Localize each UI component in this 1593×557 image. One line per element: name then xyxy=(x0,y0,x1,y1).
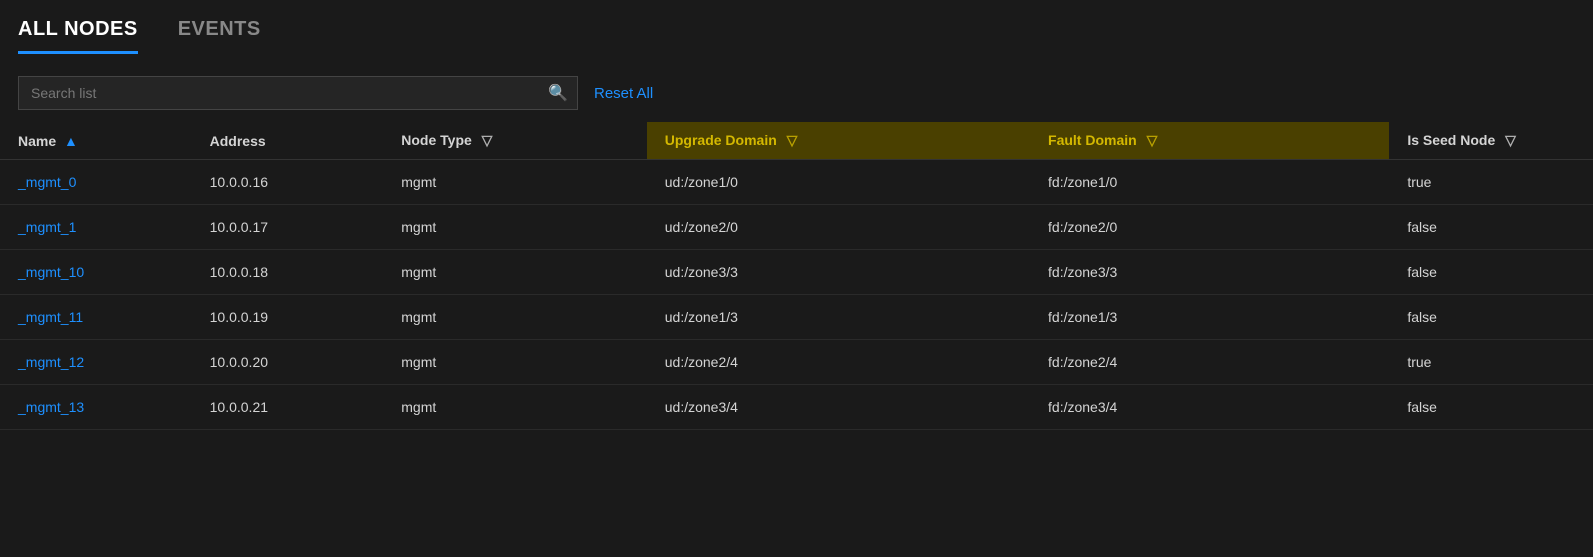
cell-name-3[interactable]: _mgmt_11 xyxy=(0,295,192,340)
cell-upgrade-1: ud:/zone2/0 xyxy=(647,205,1030,250)
cell-nodetype-5: mgmt xyxy=(383,385,647,430)
cell-upgrade-4: ud:/zone2/4 xyxy=(647,340,1030,385)
cell-name-5[interactable]: _mgmt_13 xyxy=(0,385,192,430)
col-header-upgrade[interactable]: Upgrade Domain ▽ xyxy=(647,122,1030,160)
cell-upgrade-0: ud:/zone1/0 xyxy=(647,160,1030,205)
table-body: _mgmt_0 10.0.0.16 mgmt ud:/zone1/0 fd:/z… xyxy=(0,160,1593,430)
search-wrapper: 🔍 xyxy=(18,76,578,110)
cell-fault-3: fd:/zone1/3 xyxy=(1030,295,1389,340)
cell-seed-1: false xyxy=(1389,205,1593,250)
cell-upgrade-3: ud:/zone1/3 xyxy=(647,295,1030,340)
filter-nodetype-icon: ▽ xyxy=(482,132,493,148)
cell-fault-5: fd:/zone3/4 xyxy=(1030,385,1389,430)
cell-address-5: 10.0.0.21 xyxy=(192,385,384,430)
cell-name-0[interactable]: _mgmt_0 xyxy=(0,160,192,205)
table-row: _mgmt_10 10.0.0.18 mgmt ud:/zone3/3 fd:/… xyxy=(0,250,1593,295)
cell-seed-3: false xyxy=(1389,295,1593,340)
filter-seed-icon: ▽ xyxy=(1505,132,1516,148)
cell-seed-0: true xyxy=(1389,160,1593,205)
table-row: _mgmt_13 10.0.0.21 mgmt ud:/zone3/4 fd:/… xyxy=(0,385,1593,430)
cell-nodetype-3: mgmt xyxy=(383,295,647,340)
cell-fault-4: fd:/zone2/4 xyxy=(1030,340,1389,385)
cell-seed-2: false xyxy=(1389,250,1593,295)
col-header-name[interactable]: Name ▲ xyxy=(0,122,192,160)
cell-upgrade-2: ud:/zone3/3 xyxy=(647,250,1030,295)
cell-address-3: 10.0.0.19 xyxy=(192,295,384,340)
table-row: _mgmt_0 10.0.0.16 mgmt ud:/zone1/0 fd:/z… xyxy=(0,160,1593,205)
table-row: _mgmt_11 10.0.0.19 mgmt ud:/zone1/3 fd:/… xyxy=(0,295,1593,340)
cell-name-1[interactable]: _mgmt_1 xyxy=(0,205,192,250)
cell-fault-2: fd:/zone3/3 xyxy=(1030,250,1389,295)
cell-seed-4: true xyxy=(1389,340,1593,385)
col-header-seed[interactable]: Is Seed Node ▽ xyxy=(1389,122,1593,160)
col-header-fault[interactable]: Fault Domain ▽ xyxy=(1030,122,1389,160)
table-header-row: Name ▲ Address Node Type ▽ Upgrade Domai… xyxy=(0,122,1593,160)
cell-address-4: 10.0.0.20 xyxy=(192,340,384,385)
table-row: _mgmt_12 10.0.0.20 mgmt ud:/zone2/4 fd:/… xyxy=(0,340,1593,385)
nodes-table: Name ▲ Address Node Type ▽ Upgrade Domai… xyxy=(0,122,1593,430)
reset-all-button[interactable]: Reset All xyxy=(594,85,653,102)
cell-nodetype-1: mgmt xyxy=(383,205,647,250)
cell-name-2[interactable]: _mgmt_10 xyxy=(0,250,192,295)
cell-address-2: 10.0.0.18 xyxy=(192,250,384,295)
sort-asc-icon: ▲ xyxy=(64,133,78,149)
cell-address-1: 10.0.0.17 xyxy=(192,205,384,250)
cell-seed-5: false xyxy=(1389,385,1593,430)
filter-upgrade-icon: ▽ xyxy=(787,132,798,148)
tab-all-nodes[interactable]: ALL NODES xyxy=(18,18,138,54)
cell-fault-0: fd:/zone1/0 xyxy=(1030,160,1389,205)
filter-fault-icon: ▽ xyxy=(1147,132,1158,148)
tab-events[interactable]: EVENTS xyxy=(178,18,261,54)
col-header-nodetype[interactable]: Node Type ▽ xyxy=(383,122,647,160)
cell-nodetype-4: mgmt xyxy=(383,340,647,385)
cell-upgrade-5: ud:/zone3/4 xyxy=(647,385,1030,430)
table-row: _mgmt_1 10.0.0.17 mgmt ud:/zone2/0 fd:/z… xyxy=(0,205,1593,250)
cell-name-4[interactable]: _mgmt_12 xyxy=(0,340,192,385)
table-container: Name ▲ Address Node Type ▽ Upgrade Domai… xyxy=(0,122,1593,430)
col-header-address[interactable]: Address xyxy=(192,122,384,160)
cell-nodetype-2: mgmt xyxy=(383,250,647,295)
search-area: 🔍 Reset All xyxy=(0,54,1593,122)
cell-nodetype-0: mgmt xyxy=(383,160,647,205)
cell-fault-1: fd:/zone2/0 xyxy=(1030,205,1389,250)
tab-bar: ALL NODES EVENTS xyxy=(0,0,1593,54)
search-input[interactable] xyxy=(18,76,578,110)
cell-address-0: 10.0.0.16 xyxy=(192,160,384,205)
